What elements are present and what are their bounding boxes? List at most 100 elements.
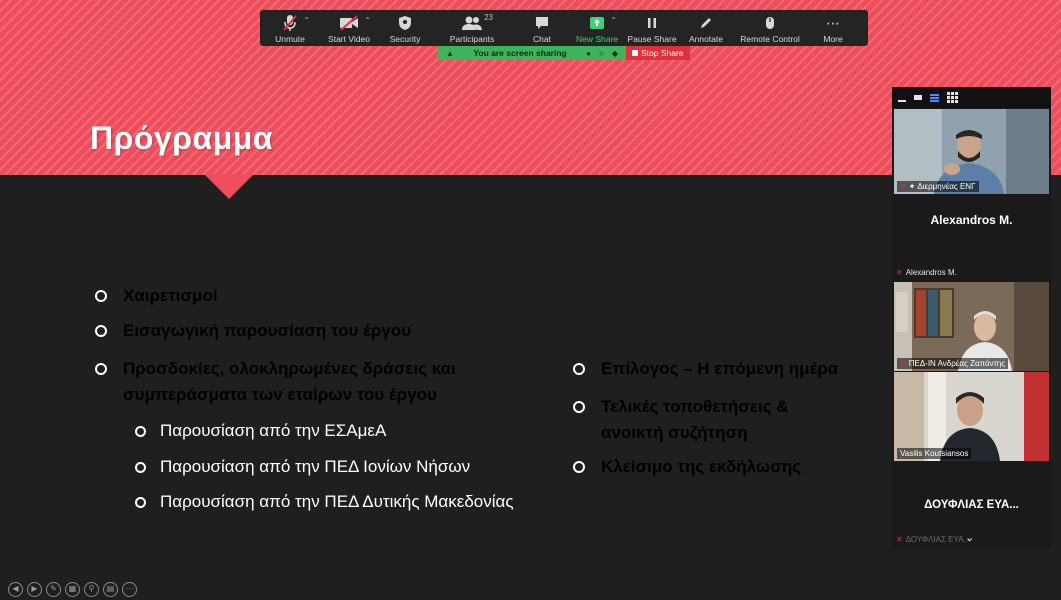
annotate-label: Annotate (688, 34, 724, 44)
signal-icon: ▲ (446, 48, 454, 58)
participant-name-tile[interactable]: Alexandros M. (894, 195, 1049, 245)
stop-share-label: Stop Share (641, 48, 684, 58)
agenda-item-line: ανοικτή συζήτηση (601, 423, 748, 442)
participant-video-tile[interactable]: Vasilis Koutsiansos (894, 372, 1049, 461)
agenda-item-line: Προσδοκίες, ολοκληρωμένες δράσεις και (123, 359, 456, 378)
shield-icon: ◆ (611, 48, 618, 58)
security-button[interactable]: Security (380, 10, 430, 46)
mouse-icon (764, 13, 776, 33)
bullet-icon (95, 325, 107, 337)
screen-sharing-status: ▲ You are screen sharing ● ○ ◆ (438, 46, 626, 60)
participant-name: Alexandros M. (905, 268, 957, 277)
mic-off-icon: ✕ (900, 359, 907, 368)
interpreter-icon: ✦ (908, 182, 916, 191)
participant-name: ΔΟΥΦΛΙΑΣ ΕΥΑ... (924, 499, 1019, 511)
stop-share-button[interactable]: Stop Share (626, 46, 690, 60)
participant-name: Alexandros M. (930, 213, 1013, 227)
start-video-button[interactable]: ⌃ Start Video (318, 10, 380, 46)
zoom-icon[interactable]: ⚲ (84, 582, 99, 597)
agenda-item: Χαιρετισμοί (95, 283, 218, 309)
grid-view-icon[interactable] (947, 92, 958, 103)
pause-share-label: Pause Share (627, 34, 677, 44)
screen-sharing-text: You are screen sharing (473, 48, 567, 58)
agenda-subitem: Παρουσίαση από την ΕΣΑμεΑ (135, 419, 386, 443)
agenda-item-line: συμπεράσματα των εταίρων του έργου (123, 385, 437, 404)
prev-slide-icon[interactable]: ◀ (8, 582, 23, 597)
agenda-item-text: Επίλογος – Η επόμενη ημέρα (601, 359, 839, 378)
participants-video-panel: ✕ ✦ Διερμηνέας ΕΝΓ Alexandros M. ✕ Alexa… (892, 87, 1051, 550)
agenda-subitem: Παρουσίαση από την ΠΕΔ Δυτικής Μακεδονία… (135, 490, 514, 514)
new-share-button[interactable]: ⌃ New Share (570, 10, 624, 46)
mic-icon: ● (586, 48, 591, 58)
video-off-icon: ⌃ (339, 13, 371, 33)
bullet-icon (573, 401, 585, 413)
chat-button[interactable]: Chat (514, 10, 570, 46)
agenda-item: Προσδοκίες, ολοκληρωμένες δράσεις και συ… (95, 356, 456, 408)
shield-icon (398, 13, 412, 33)
annotate-button[interactable]: Annotate (680, 10, 732, 46)
participants-count: 23 (484, 13, 493, 22)
bullet-icon (95, 363, 107, 375)
bullet-icon (135, 461, 146, 473)
participant-name-tag: Vasilis Koutsiansos (897, 448, 972, 459)
people-icon: 23 (461, 13, 493, 33)
remote-control-button[interactable]: Remote Control (732, 10, 808, 46)
new-share-label: New Share (575, 34, 619, 44)
scroll-down-icon[interactable]: ⌄ (965, 531, 974, 544)
participant-name-tag-partial: ✕ ΔΟΥΦΛΙΑΣ ΕΥΑ... (896, 535, 970, 544)
participants-button[interactable]: 23 Participants (430, 10, 514, 46)
participant-name: ΠΕΔ-ΙΝ Ανδρέας Ζαπάντης (908, 359, 1006, 368)
slides-icon[interactable]: ▦ (65, 582, 80, 597)
participant-name: Διερμηνέας ΕΝΓ (917, 182, 976, 191)
chat-label: Chat (533, 34, 551, 44)
participant-name: ΔΟΥΦΛΙΑΣ ΕΥΑ... (905, 535, 971, 544)
slide-header-notch (204, 174, 254, 199)
participant-name-tag: ✕ ΠΕΔ-ΙΝ Ανδρέας Ζαπάντης (897, 358, 1009, 369)
participant-video-tile[interactable]: ✕ ✦ Διερμηνέας ΕΝΓ (894, 109, 1049, 194)
bullet-icon (573, 363, 585, 375)
bullet-icon (135, 425, 146, 437)
bullet-icon (135, 496, 146, 508)
agenda-item: Τελικές τοποθετήσεις & ανοικτή συζήτηση (573, 394, 789, 446)
participant-video-tile[interactable]: ✕ ΠΕΔ-ΙΝ Ανδρέας Ζαπάντης (894, 282, 1049, 371)
unmute-label: Unmute (275, 34, 305, 44)
pause-share-button[interactable]: Pause Share (624, 10, 680, 46)
agenda-subitem: Παρουσίαση από την ΠΕΔ Ιονίων Νήσων (135, 455, 470, 479)
more-dots-icon: ⋯ (826, 14, 840, 31)
agenda-item: Εισαγωγική παρουσίαση του έργου (95, 318, 411, 344)
pen-icon (699, 13, 713, 33)
pen-icon[interactable]: ✎ (46, 582, 61, 597)
pause-icon (646, 13, 658, 33)
more-icon[interactable]: ⋯ (122, 582, 137, 597)
share-arrow-icon: ⌃ (589, 13, 617, 33)
agenda-item-text: Χαιρετισμοί (123, 286, 218, 305)
strip-view-icon[interactable] (914, 95, 922, 100)
agenda-item: Κλείσιμο της εκδήλωσης (573, 454, 801, 480)
list-view-icon[interactable] (930, 93, 939, 102)
timer-icon: ○ (599, 48, 604, 58)
participant-name-tag: ✕ Alexandros M. (896, 268, 957, 277)
meeting-toolbar: ⌃ Unmute ⌃ Start Video Security 23 Parti… (260, 10, 868, 46)
stop-square-icon (632, 50, 638, 56)
agenda-item-text: Τελικές τοποθετήσεις & ανοικτή συζήτηση (601, 394, 789, 446)
subtitles-icon[interactable]: ▤ (103, 582, 118, 597)
participants-label: Participants (449, 34, 495, 44)
unmute-button[interactable]: ⌃ Unmute (262, 10, 318, 46)
agenda-item-text: Κλείσιμο της εκδήλωσης (601, 457, 802, 476)
more-button[interactable]: ⋯ More (808, 10, 858, 46)
start-video-label: Start Video (328, 34, 370, 44)
agenda-subitem-text: Παρουσίαση από την ΠΕΔ Δυτικής Μακεδονία… (160, 492, 514, 511)
minimize-icon[interactable] (898, 99, 906, 102)
chat-icon (534, 13, 550, 33)
mic-muted-icon: ⌃ (282, 13, 310, 33)
panel-view-controls (892, 87, 1051, 108)
mic-off-icon: ✕ (900, 182, 907, 191)
more-label: More (823, 34, 843, 44)
agenda-item-line: Τελικές τοποθετήσεις & (601, 397, 789, 416)
bullet-icon (95, 290, 107, 302)
mic-off-icon: ✕ (896, 535, 903, 544)
security-label: Security (389, 34, 421, 44)
slide-title: Πρόγραμμα (90, 120, 274, 156)
remote-control-label: Remote Control (740, 34, 800, 44)
next-slide-icon[interactable]: ▶ (27, 582, 42, 597)
